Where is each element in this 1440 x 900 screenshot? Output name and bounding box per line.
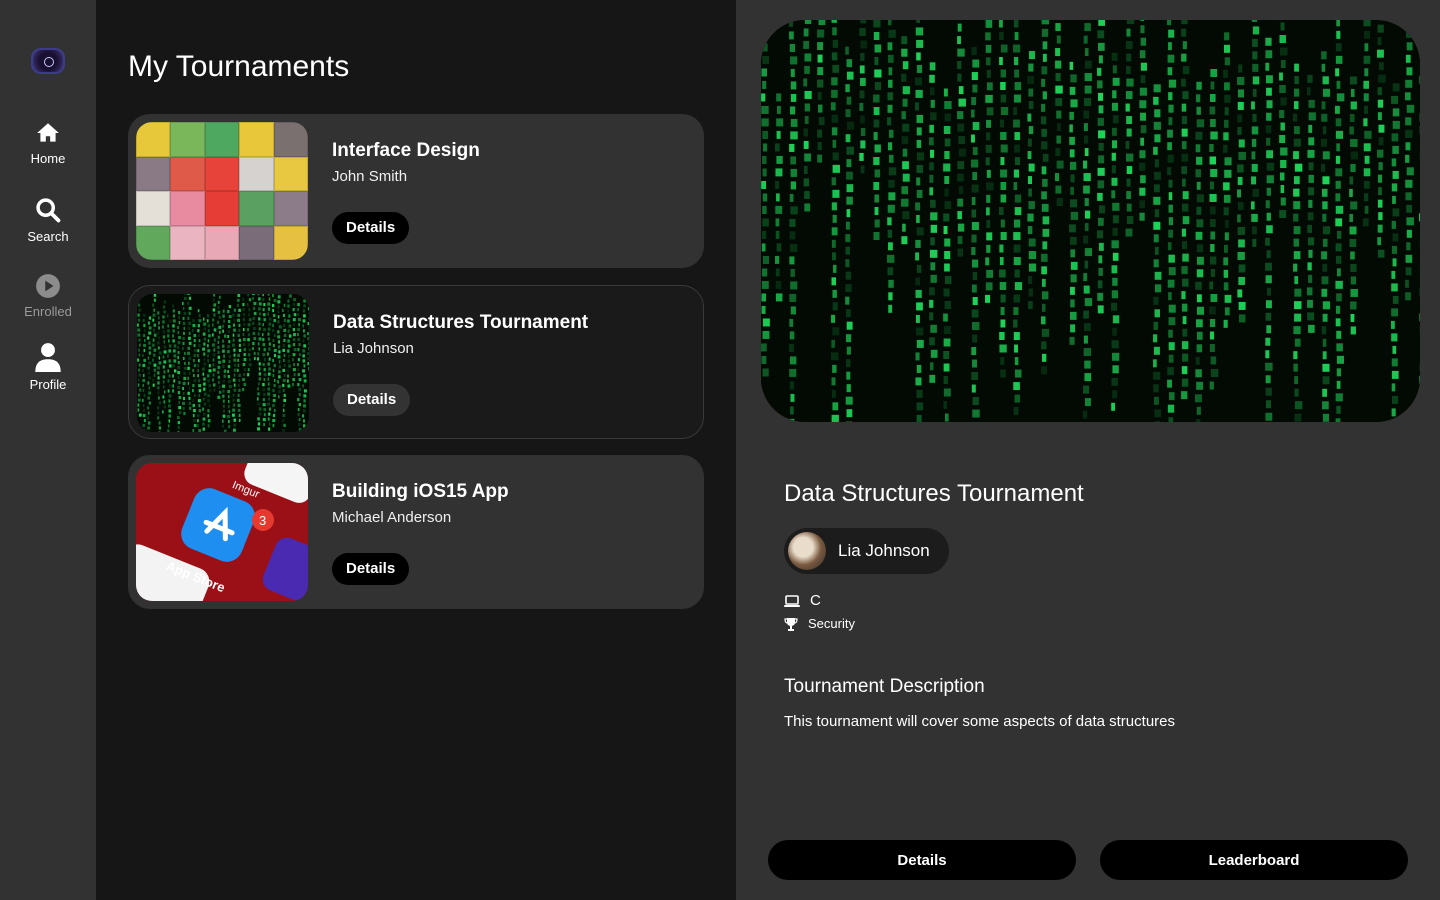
tournament-title: Building iOS15 App (332, 481, 509, 502)
person-icon (35, 343, 61, 372)
play-circle-icon (36, 274, 60, 298)
search-icon (36, 198, 61, 223)
leaderboard-button[interactable]: Leaderboard (1100, 840, 1408, 880)
matrix-code-image (761, 20, 1420, 422)
sidebar-item-search[interactable]: Search (0, 196, 96, 244)
sidebar-item-label: Profile (29, 377, 67, 392)
tournament-author: Lia Johnson (333, 340, 414, 357)
puzzle-image (136, 122, 308, 260)
description-heading: Tournament Description (784, 676, 985, 697)
description-text: This tournament will cover some aspects … (784, 713, 1175, 730)
language-label: C (810, 592, 821, 609)
app-store-image: 3 App Store Imgur (136, 463, 308, 601)
details-button[interactable]: Details (768, 840, 1076, 880)
home-icon (37, 123, 59, 142)
details-button[interactable]: Details (332, 553, 410, 585)
sidebar: Home Search Enrolled Profile (0, 0, 96, 900)
tournament-card[interactable]: Interface Design John Smith Details (128, 114, 704, 268)
page-title: My Tournaments (128, 50, 350, 83)
detail-title: Data Structures Tournament (784, 480, 1084, 507)
category-label: Security (808, 616, 855, 631)
sidebar-item-profile[interactable]: Profile (0, 342, 96, 392)
sidebar-item-label: Home (30, 151, 66, 166)
laptop-icon (784, 594, 800, 607)
sidebar-item-label: Enrolled (24, 304, 72, 319)
owner-name: Lia Johnson (838, 541, 930, 560)
app-logo[interactable] (31, 48, 65, 74)
sidebar-item-label: Search (27, 229, 69, 244)
tournament-author: Michael Anderson (332, 509, 452, 526)
trophy-icon (784, 617, 798, 631)
tournament-list-panel: My Tournaments Interface Design John Smi… (96, 0, 736, 900)
tournament-author: John Smith (332, 168, 408, 185)
details-button[interactable]: Details (333, 384, 411, 416)
svg-text:3: 3 (259, 513, 266, 528)
tournament-detail-panel: Data Structures Tournament Lia Johnson C… (736, 0, 1440, 900)
avatar (788, 532, 826, 570)
category-row: Security (784, 616, 855, 631)
tournament-card[interactable]: Data Structures Tournament Lia Johnson D… (128, 285, 704, 439)
sidebar-item-home[interactable]: Home (0, 120, 96, 166)
details-button[interactable]: Details (332, 212, 410, 244)
tournament-card[interactable]: 3 App Store Imgur Building iOS15 App Mic… (128, 455, 704, 609)
owner-chip[interactable]: Lia Johnson (784, 528, 949, 574)
language-row: C (784, 592, 821, 609)
matrix-code-image (137, 294, 309, 432)
tournament-title: Data Structures Tournament (333, 312, 589, 333)
sidebar-item-enrolled[interactable]: Enrolled (0, 273, 96, 319)
tournament-title: Interface Design (332, 140, 480, 161)
